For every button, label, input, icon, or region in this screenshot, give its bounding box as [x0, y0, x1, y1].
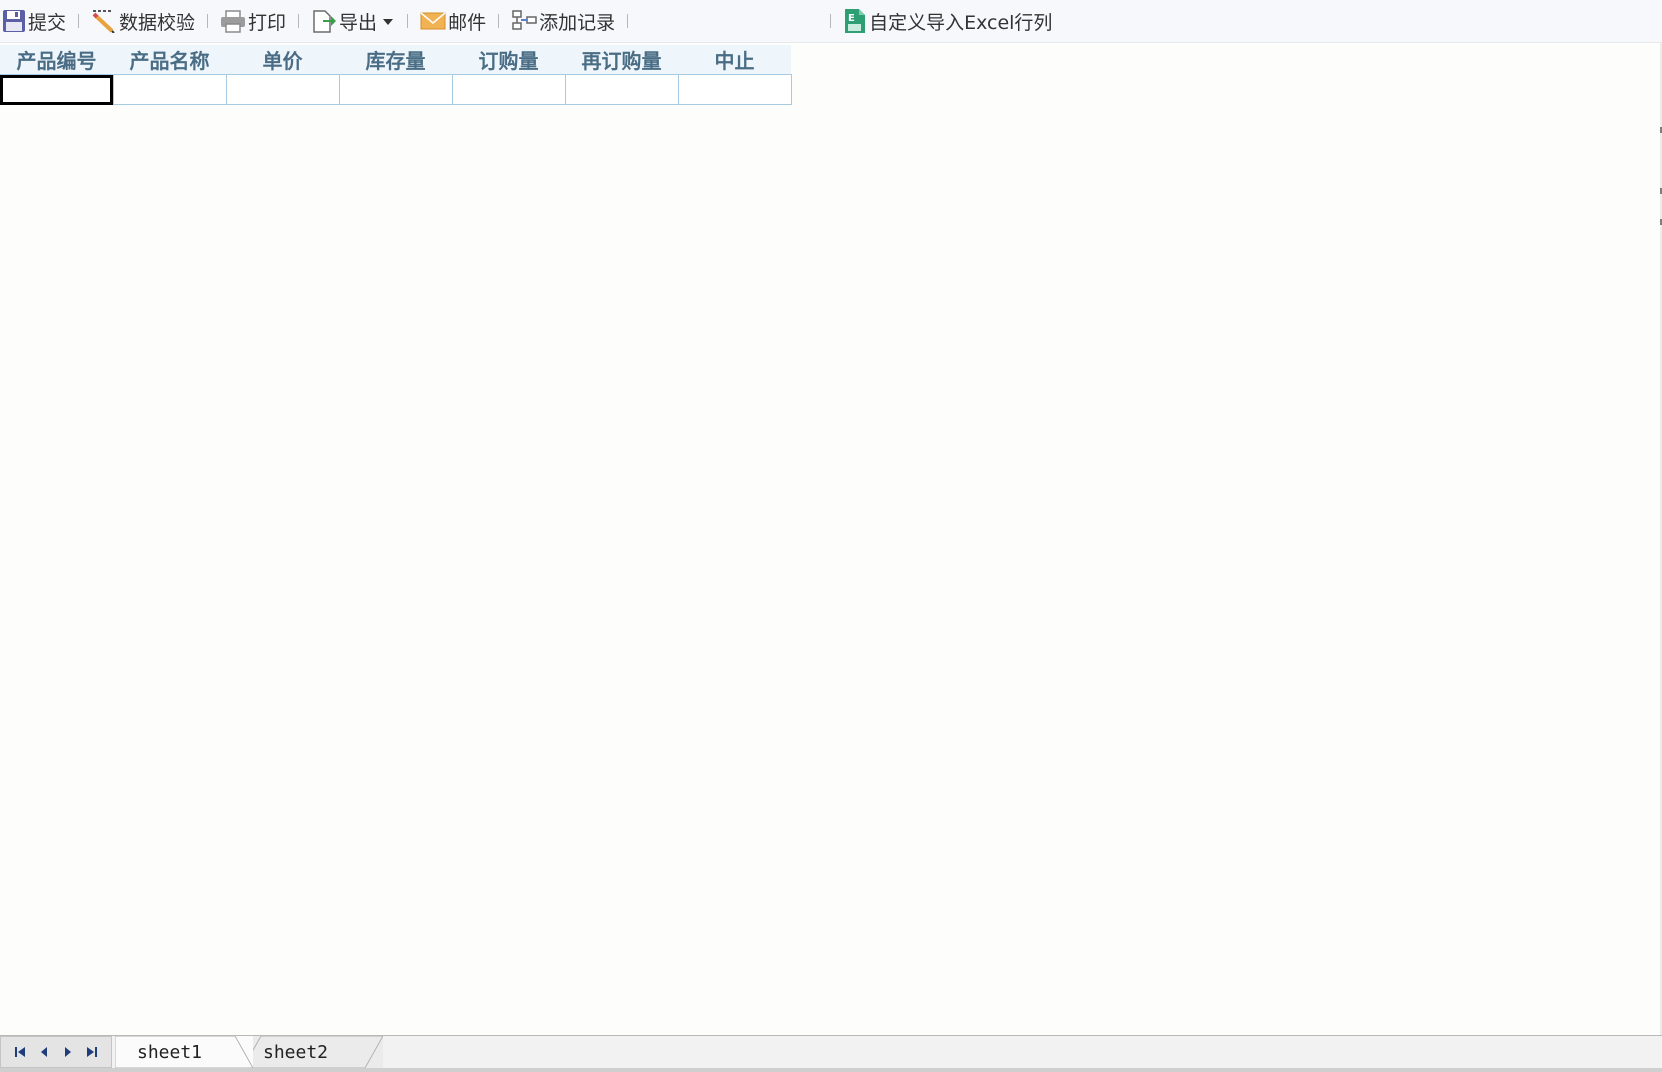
horizontal-scrollbar[interactable]	[0, 1068, 1662, 1072]
add-record-icon	[511, 9, 539, 33]
toolbar: 提交 数据校验 打印 导出 邮件 添加记录 E 自定义导入Excel行列	[0, 0, 1662, 43]
table-cell[interactable]	[226, 74, 340, 105]
sheet-navigation	[0, 1036, 112, 1068]
column-header[interactable]: 中止	[678, 45, 791, 75]
prev-sheet-icon[interactable]	[39, 1046, 49, 1058]
mail-label: 邮件	[448, 11, 487, 34]
import-excel-button[interactable]: E 自定义导入Excel行列	[841, 5, 1054, 37]
last-sheet-icon[interactable]	[86, 1046, 98, 1058]
validate-button[interactable]: 数据校验	[89, 5, 197, 37]
envelope-icon	[420, 11, 448, 31]
export-icon	[311, 8, 339, 34]
export-button[interactable]: 导出	[309, 5, 397, 37]
column-header[interactable]: 库存量	[339, 45, 452, 75]
svg-text:E: E	[848, 13, 855, 24]
column-header[interactable]: 单价	[226, 45, 339, 75]
toolbar-divider	[207, 14, 209, 28]
submit-label: 提交	[28, 11, 67, 34]
toolbar-divider	[78, 14, 80, 28]
next-sheet-icon[interactable]	[63, 1046, 73, 1058]
table-cell[interactable]	[0, 74, 114, 105]
add-record-button[interactable]: 添加记录	[509, 5, 617, 37]
import-excel-label: 自定义导入Excel行列	[869, 11, 1053, 34]
mail-button[interactable]: 邮件	[418, 5, 488, 37]
column-header[interactable]: 产品编号	[0, 45, 113, 75]
toolbar-divider	[498, 14, 500, 28]
validate-label: 数据校验	[119, 11, 196, 34]
sheet-tab-label: sheet1	[137, 1041, 203, 1063]
column-header[interactable]: 订购量	[452, 45, 565, 75]
data-grid: 产品编号 产品名称 单价 库存量 订购量 再订购量 中止	[0, 45, 792, 105]
excel-icon: E	[843, 8, 869, 34]
print-label: 打印	[248, 11, 287, 34]
toolbar-divider	[298, 14, 300, 28]
chevron-down-icon	[383, 19, 395, 25]
sheet-tab-sheet2[interactable]: sheet2	[243, 1036, 383, 1068]
table-cell[interactable]	[113, 74, 227, 105]
toolbar-divider	[627, 14, 629, 28]
column-header[interactable]: 再订购量	[565, 45, 678, 75]
print-button[interactable]: 打印	[218, 5, 288, 37]
table-cell[interactable]	[452, 74, 566, 105]
header-row: 产品编号 产品名称 单价 库存量 订购量 再订购量 中止	[0, 45, 791, 75]
printer-icon	[220, 9, 248, 33]
submit-button[interactable]: 提交	[0, 5, 68, 37]
sheet-tab-label: sheet2	[263, 1041, 329, 1063]
table-cell[interactable]	[565, 74, 679, 105]
column-header[interactable]: 产品名称	[113, 45, 226, 75]
pencil-check-icon	[91, 9, 119, 33]
table-row	[0, 74, 792, 105]
toolbar-divider	[830, 14, 832, 28]
floppy-disk-icon	[2, 9, 28, 33]
first-sheet-icon[interactable]	[14, 1046, 26, 1058]
add-record-label: 添加记录	[539, 11, 616, 34]
table-cell[interactable]	[339, 74, 453, 105]
sheet-tab-bar: sheet2 sheet1	[0, 1035, 1662, 1072]
export-label: 导出	[339, 11, 378, 34]
toolbar-divider	[407, 14, 409, 28]
sheet-tab-sheet1[interactable]: sheet1	[115, 1036, 253, 1068]
table-cell[interactable]	[678, 74, 792, 105]
